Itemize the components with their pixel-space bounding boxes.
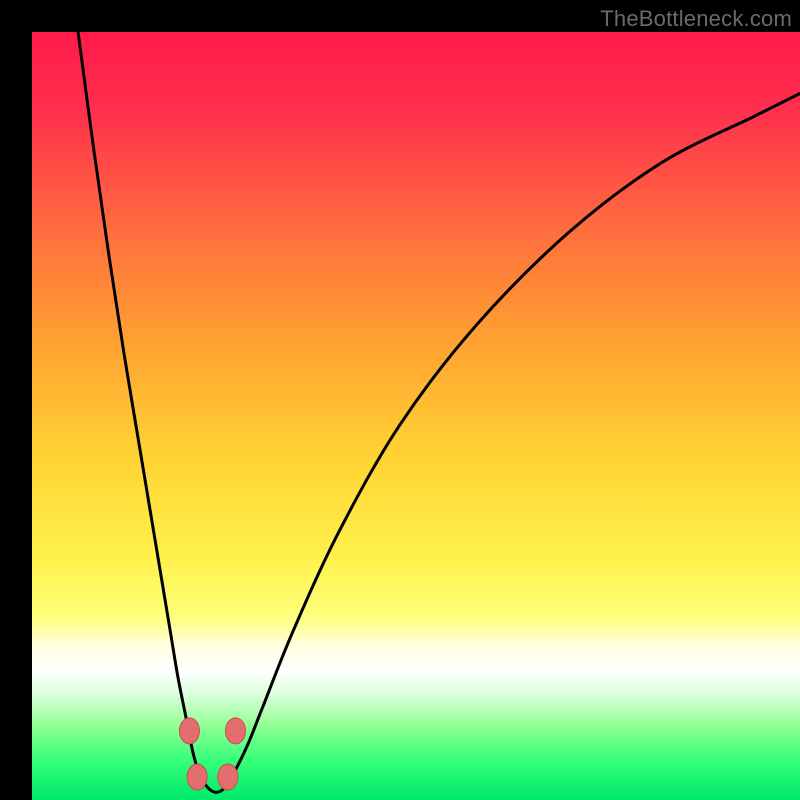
chart-stage: TheBottleneck.com [0,0,800,800]
curve-marker [179,718,199,744]
curve-markers [32,32,800,800]
curve-marker [226,718,246,744]
curve-marker [218,764,238,790]
curve-marker [187,764,207,790]
watermark-text: TheBottleneck.com [600,6,792,32]
plot-area [32,32,800,800]
